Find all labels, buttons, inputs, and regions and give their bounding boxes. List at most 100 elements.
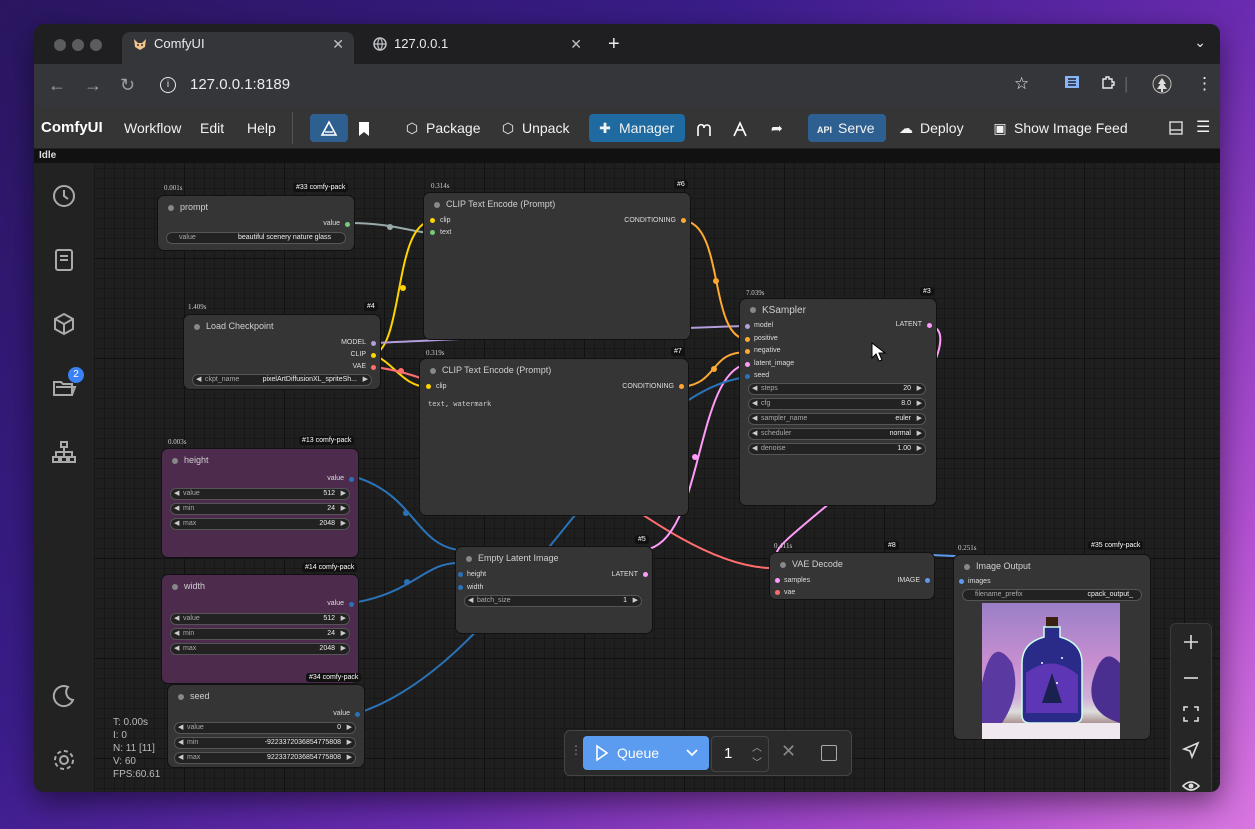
batch-count-input[interactable]: 1 ︿ ﹀: [711, 736, 769, 772]
hamburger-menu-icon[interactable]: ☰: [1196, 117, 1210, 137]
sampler-name-widget[interactable]: ◀ sampler_name euler ▶: [748, 413, 926, 425]
close-tab-icon[interactable]: ✕: [332, 32, 344, 56]
input-slot-negative[interactable]: [745, 349, 750, 354]
graph-canvas[interactable]: 0.001s prompt value value beautiful scen…: [94, 163, 1220, 792]
menu-help[interactable]: Help: [247, 120, 276, 136]
scheduler-widget[interactable]: ◀ scheduler normal ▶: [748, 428, 926, 440]
output-slot-vae[interactable]: [371, 365, 376, 370]
output-slot[interactable]: [345, 222, 350, 227]
address-text[interactable]: 127.0.0.1:8189: [190, 76, 290, 93]
history-icon[interactable]: [51, 183, 77, 209]
height-value-widget[interactable]: ◀ value 512 ▶: [170, 488, 350, 500]
negative-prompt-text[interactable]: text, watermark: [428, 400, 491, 408]
bookmark-star-icon[interactable]: ☆: [1014, 74, 1029, 94]
share-button[interactable]: ➦: [771, 114, 791, 142]
tab-search-chevron-icon[interactable]: ⌄: [1194, 34, 1206, 51]
image-feed-button[interactable]: ▣Show Image Feed §: [992, 114, 1142, 164]
node-empty-latent-image[interactable]: Empty Latent Image height width LATENT ◀…: [456, 547, 652, 633]
comfy-logo-button[interactable]: [310, 114, 348, 142]
decrement-icon[interactable]: ﹀: [752, 754, 762, 769]
navigate-arrow-icon[interactable]: [1181, 740, 1201, 760]
drag-handle-icon[interactable]: ⋮: [570, 743, 582, 757]
node-vae-decode[interactable]: VAE Decode samples vae IMAGE: [770, 553, 934, 599]
input-slot-width[interactable]: [458, 585, 463, 590]
node-library-button[interactable]: [695, 114, 715, 142]
increment-icon[interactable]: ︿: [752, 739, 762, 754]
input-slot-text[interactable]: [430, 230, 435, 235]
input-slot-clip[interactable]: [430, 218, 435, 223]
cancel-x-icon[interactable]: ✕: [781, 741, 796, 762]
output-slot-clip[interactable]: [371, 353, 376, 358]
panel-toggle-icon[interactable]: [1168, 120, 1184, 139]
node-clip-text-encode-7[interactable]: CLIP Text Encode (Prompt) clip CONDITION…: [420, 359, 688, 515]
node-height[interactable]: height value ◀ value 512 ▶ ◀ min 24 ▶ ◀ max 2048…: [162, 449, 358, 557]
serve-button[interactable]: API Serve: [808, 114, 886, 142]
output-slot[interactable]: [349, 477, 354, 482]
denoise-widget[interactable]: ◀ denoise 1.00 ▶: [748, 443, 926, 455]
input-slot-height[interactable]: [458, 572, 463, 577]
width-max-widget[interactable]: ◀ max 2048 ▶: [170, 643, 350, 655]
node-width[interactable]: width value ◀ value 512 ▶ ◀ min 24 ▶ ◀ max 2048 ▶: [162, 575, 358, 683]
site-info-icon[interactable]: i: [160, 77, 176, 93]
output-slot-model[interactable]: [371, 341, 376, 346]
zoom-in-icon[interactable]: [1181, 632, 1201, 652]
seed-min-widget[interactable]: ◀ min -9223372036854775808 ▶: [174, 737, 356, 749]
height-max-widget[interactable]: ◀ max 2048 ▶: [170, 518, 350, 530]
node-seed[interactable]: seed value ◀ value 0 ▶ ◀ min -922337203685477…: [168, 685, 364, 767]
ckpt-name-widget[interactable]: ◀ ckpt_name pixelArtDiffusionXL_spriteSh.…: [192, 374, 372, 386]
cfg-widget[interactable]: ◀ cfg 8.0 ▶: [748, 398, 926, 410]
cube-icon[interactable]: [51, 311, 77, 337]
moon-icon[interactable]: [51, 683, 77, 709]
seed-max-widget[interactable]: ◀ max 9223372036854775808 ▶: [174, 752, 356, 764]
close-window-button[interactable]: [54, 39, 66, 51]
output-slot[interactable]: [643, 572, 648, 577]
width-min-widget[interactable]: ◀ min 24 ▶: [170, 628, 350, 640]
input-slot-clip[interactable]: [426, 384, 431, 389]
package-button[interactable]: ⬡ Package: [404, 114, 484, 142]
deploy-button[interactable]: ☁ Deploy: [898, 114, 970, 142]
batch-size-widget[interactable]: ◀ batch_size 1 ▶: [464, 595, 642, 607]
reload-button[interactable]: ↻: [120, 74, 135, 96]
gear-icon[interactable]: [51, 747, 77, 773]
fit-view-icon[interactable]: [1181, 704, 1201, 724]
output-slot[interactable]: [681, 218, 686, 223]
extensions-icon[interactable]: [1100, 74, 1116, 95]
steps-widget[interactable]: ◀ steps 20 ▶: [748, 383, 926, 395]
forward-button[interactable]: →: [84, 74, 102, 96]
manager-button[interactable]: ✚ Manager: [589, 114, 685, 142]
new-tab-button[interactable]: +: [608, 32, 620, 56]
close-tab-icon[interactable]: ✕: [570, 32, 582, 56]
chevron-down-icon[interactable]: [685, 736, 699, 782]
node-tree-icon[interactable]: [51, 439, 77, 465]
menu-workflow[interactable]: Workflow: [124, 120, 181, 136]
unpack-button[interactable]: ⬡ Unpack: [500, 114, 576, 142]
eye-icon[interactable]: [1181, 776, 1201, 792]
seed-value-widget[interactable]: ◀ value 0 ▶: [174, 722, 356, 734]
node-clip-text-encode-6[interactable]: CLIP Text Encode (Prompt) clip text COND…: [424, 193, 690, 339]
output-image-preview[interactable]: [982, 603, 1120, 739]
input-slot-seed[interactable]: [745, 374, 750, 379]
output-slot[interactable]: [927, 323, 932, 328]
input-slot-images[interactable]: [959, 579, 964, 584]
prompt-value-widget[interactable]: value beautiful scenery nature glass: [166, 232, 346, 244]
tab-localhost[interactable]: 127.0.0.1 ✕: [362, 32, 592, 64]
bookmark-button[interactable]: [358, 114, 378, 142]
input-slot-model[interactable]: [745, 324, 750, 329]
queue-button[interactable]: Queue: [583, 736, 709, 770]
tab-comfyui[interactable]: ComfyUI ✕: [122, 32, 354, 64]
input-slot-positive[interactable]: [745, 337, 750, 342]
address-bar[interactable]: i 127.0.0.1:8189: [152, 70, 1152, 102]
browser-menu-icon[interactable]: ⋮: [1196, 74, 1213, 94]
width-value-widget[interactable]: ◀ value 512 ▶: [170, 613, 350, 625]
filename-prefix-widget[interactable]: filename_prefix cpack_output_: [962, 589, 1142, 601]
output-slot[interactable]: [349, 602, 354, 607]
height-min-widget[interactable]: ◀ min 24 ▶: [170, 503, 350, 515]
node-image-output[interactable]: Image Output images filename_prefix cpack…: [954, 555, 1150, 739]
reading-list-icon[interactable]: [1064, 74, 1080, 95]
output-slot[interactable]: [355, 712, 360, 717]
input-slot-samples[interactable]: [775, 578, 780, 583]
node-load-checkpoint[interactable]: Load Checkpoint MODEL CLIP VAE ◀ ckpt_nam…: [184, 315, 380, 389]
input-slot-latent-image[interactable]: [745, 362, 750, 367]
input-slot-vae[interactable]: [775, 590, 780, 595]
profile-avatar[interactable]: [1152, 74, 1172, 99]
